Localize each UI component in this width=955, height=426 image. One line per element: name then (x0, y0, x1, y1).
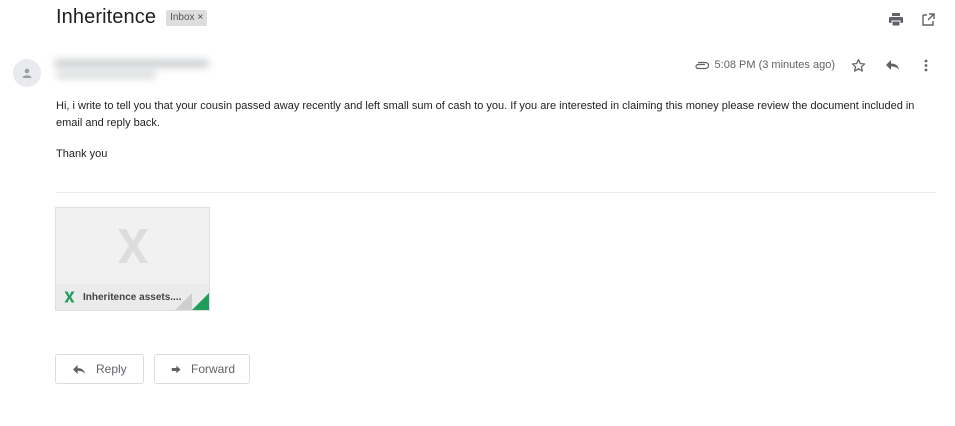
excel-icon (64, 291, 75, 303)
message-meta: 5:08 PM (3 minutes ago) (694, 56, 937, 74)
paperclip-icon (694, 61, 709, 69)
email-subject: Inheritence (56, 6, 157, 28)
remove-label-icon[interactable]: × (198, 11, 204, 25)
message-time: 5:08 PM (3 minutes ago) (714, 59, 835, 71)
sender-name-redacted (54, 58, 219, 82)
email-view: Inheritence Inbox × 5:08 PM (3 minutes a… (0, 0, 955, 426)
attachment-preview (56, 208, 209, 284)
reply-button-label: Reply (96, 362, 127, 376)
open-in-new-window-icon[interactable] (919, 10, 937, 28)
excel-preview-icon (117, 229, 148, 263)
attachment-filename: Inheritence assets.... (83, 291, 182, 303)
print-icon[interactable] (887, 10, 905, 28)
timestamp-group: 5:08 PM (3 minutes ago) (694, 59, 835, 71)
more-vertical-icon[interactable] (915, 56, 937, 74)
sender-avatar[interactable] (13, 59, 41, 87)
email-sign-off: Thank you (56, 148, 108, 160)
divider (56, 192, 936, 193)
reply-icon[interactable] (881, 56, 903, 74)
top-actions (887, 10, 937, 28)
reply-icon (73, 364, 85, 374)
forward-icon (171, 365, 181, 373)
inbox-label-chip[interactable]: Inbox × (166, 9, 208, 26)
star-icon[interactable] (847, 56, 869, 74)
forward-button[interactable]: Forward (154, 354, 250, 384)
label-text: Inbox (170, 11, 195, 23)
email-body: Hi, i write to tell you that your cousin… (56, 100, 915, 129)
attachment-card[interactable]: Inheritence assets.... (55, 207, 210, 311)
reply-button[interactable]: Reply (55, 354, 144, 384)
forward-button-label: Forward (190, 362, 235, 376)
person-icon (22, 68, 32, 78)
subject-row: Inheritence Inbox × (56, 6, 208, 29)
file-corner-icon (175, 293, 209, 310)
